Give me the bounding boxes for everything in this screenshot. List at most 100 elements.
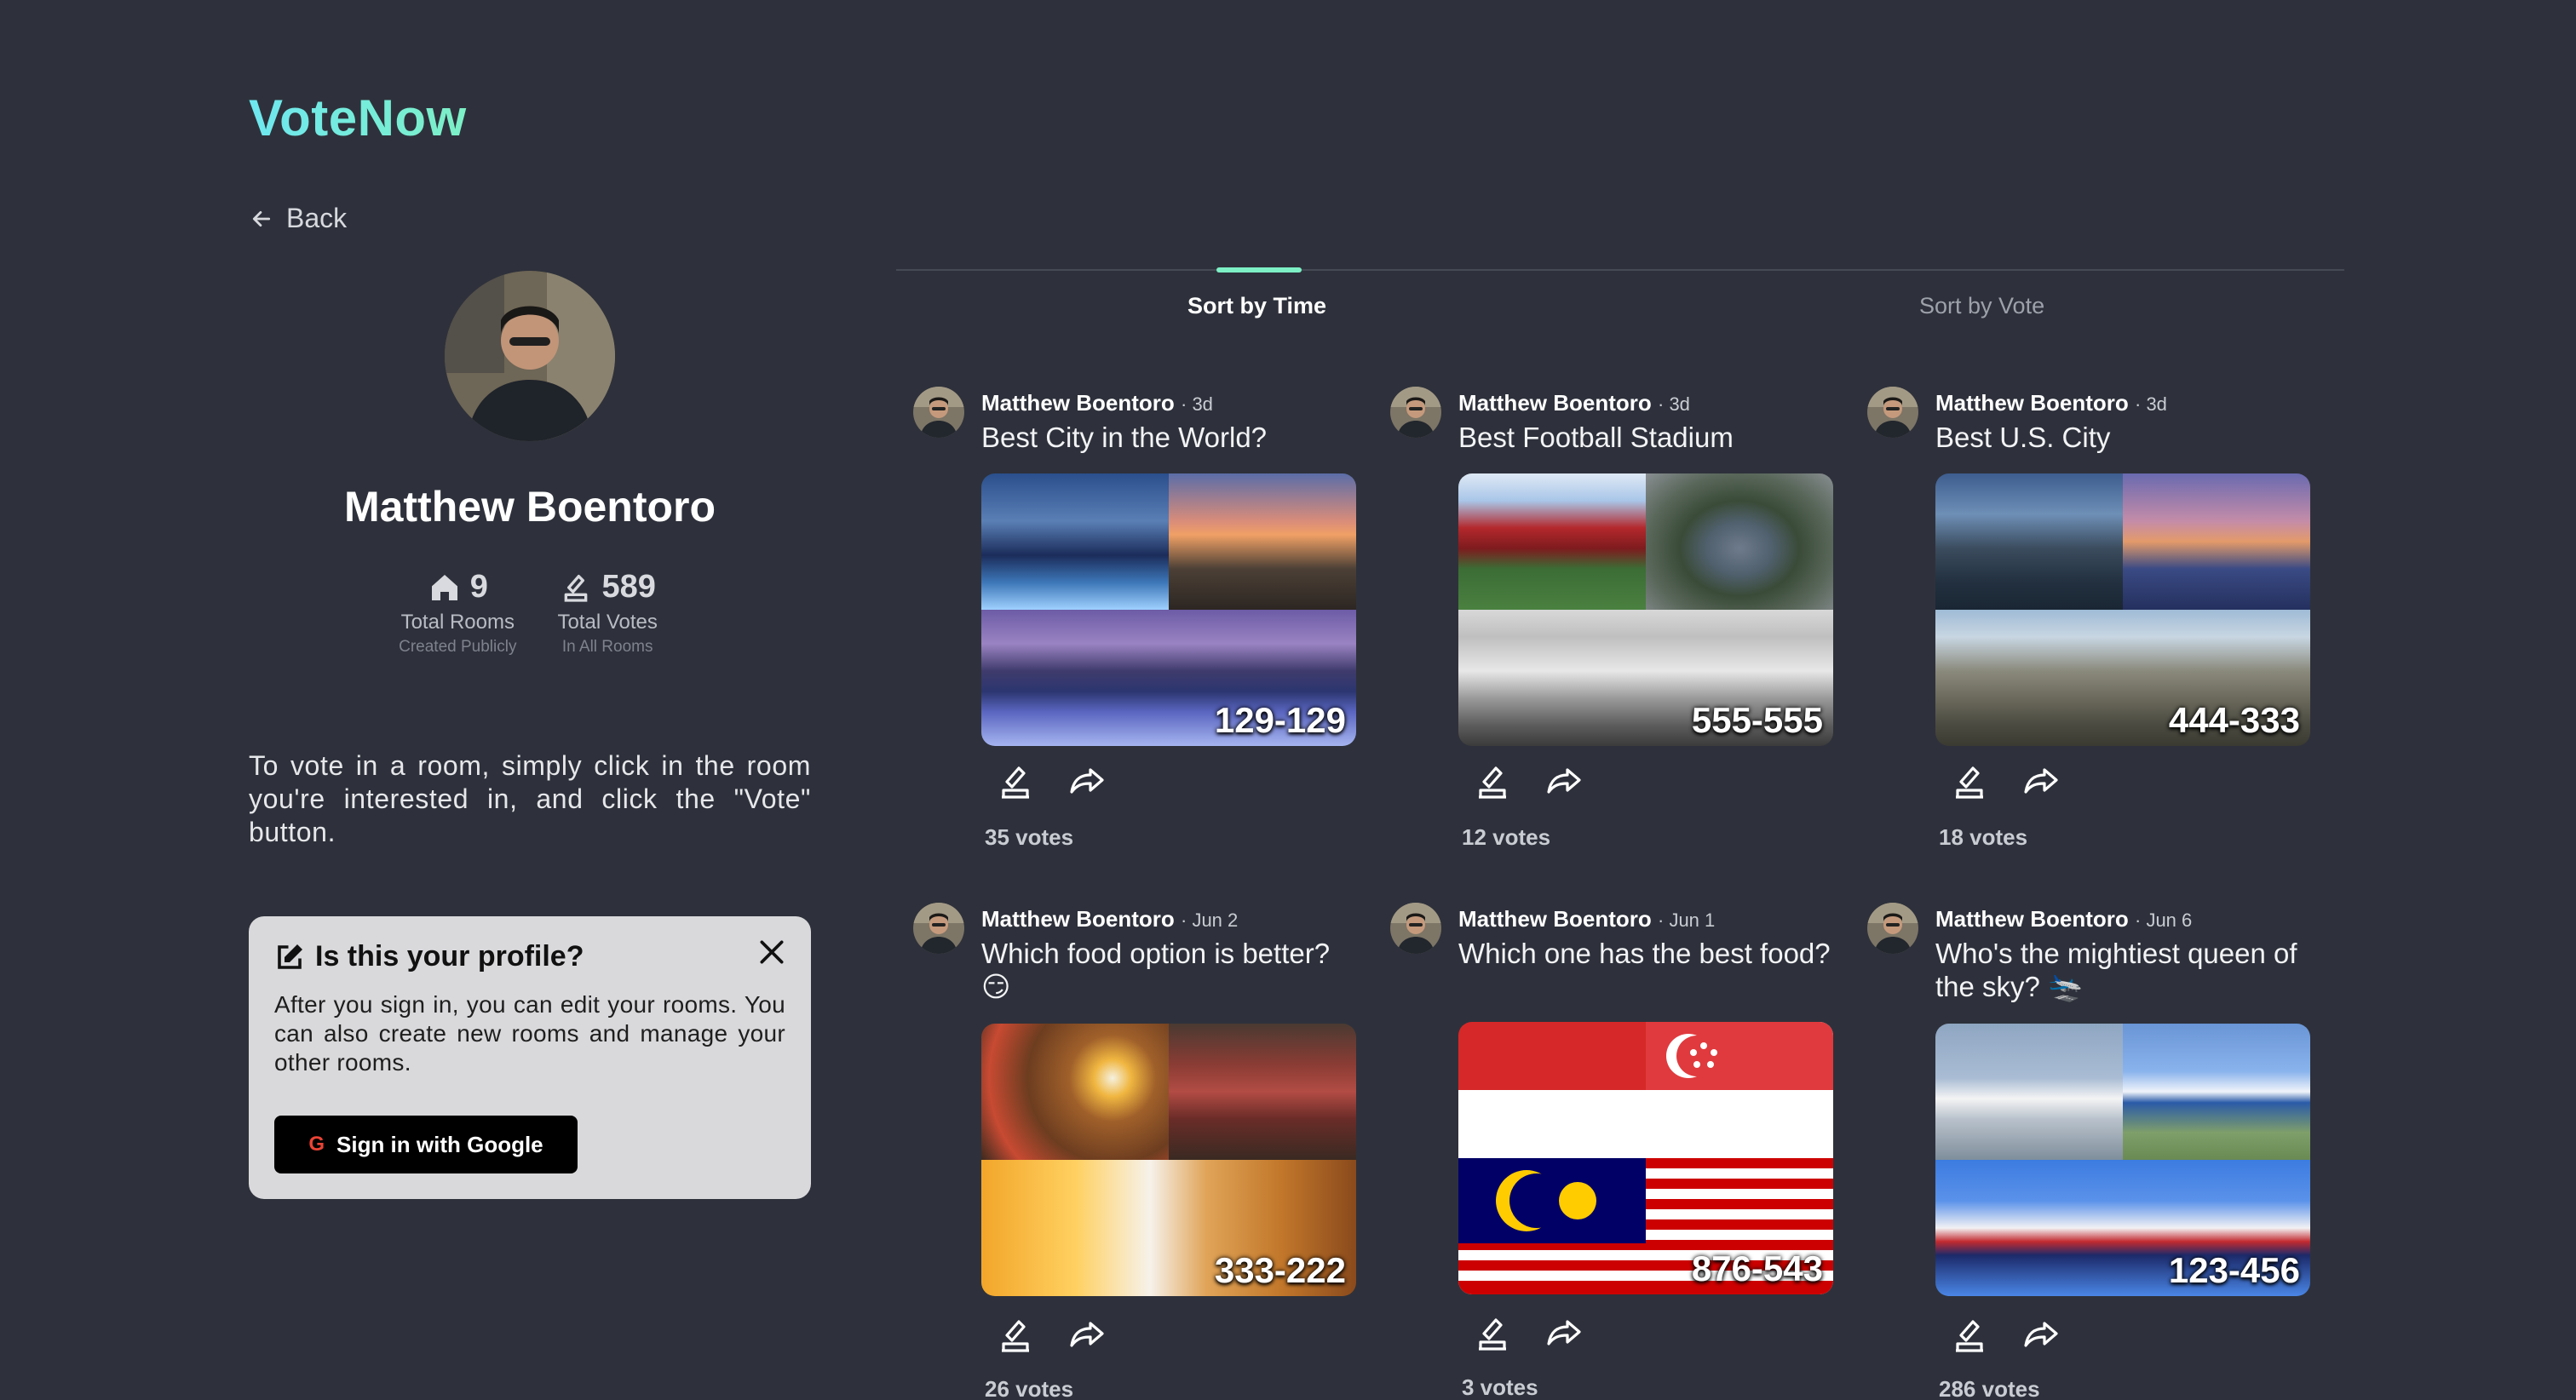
room-code: 333-222 (1214, 1250, 1346, 1290)
room-actions (1472, 761, 1584, 802)
room-vote-count: 286 votes (1939, 1376, 2040, 1400)
room-meta: Matthew Boentoro · Jun 2 (981, 906, 1238, 932)
room-time: · 3d (1658, 393, 1690, 415)
google-icon: G (308, 1133, 325, 1156)
author-avatar (1867, 387, 1918, 438)
room-thumbnail[interactable]: 333-222 (981, 1024, 1356, 1296)
room-time: · Jun 6 (2135, 909, 2193, 931)
share-icon[interactable] (2021, 1315, 2061, 1356)
share-icon[interactable] (1067, 1315, 1107, 1356)
author-avatar (913, 903, 964, 954)
room-card[interactable]: Matthew Boentoro · 3d Best City in the W… (913, 387, 1373, 864)
signin-card-title-text: Is this your profile? (315, 940, 584, 973)
signin-card: Is this your profile? After you sign in,… (249, 916, 811, 1199)
stat-sublabel: Created Publicly (399, 638, 517, 656)
vote-icon[interactable] (1472, 761, 1513, 802)
thumb-787 (2123, 1024, 2310, 1160)
room-code: 123-456 (2168, 1250, 2300, 1290)
share-icon[interactable] (1544, 1313, 1584, 1354)
room-thumbnail[interactable]: 444-333 (1935, 473, 2310, 746)
tab-sort-by-time[interactable]: Sort by Time (1187, 293, 1326, 319)
thumb-nyc (1935, 473, 2123, 610)
vote-icon[interactable] (995, 1315, 1036, 1356)
vote-icon[interactable] (1949, 1315, 1990, 1356)
room-actions (995, 761, 1107, 802)
room-question: Best City in the World? (981, 422, 1268, 453)
thumb-stadium-aerial (1646, 473, 1833, 610)
tab-sort-by-vote[interactable]: Sort by Vote (1919, 293, 2044, 319)
tabs-divider (896, 269, 2344, 271)
room-meta: Matthew Boentoro · 3d (1458, 390, 1690, 416)
room-thumbnail[interactable]: 555-555 (1458, 473, 1833, 746)
room-author: Matthew Boentoro (1935, 390, 2129, 416)
room-card[interactable]: Matthew Boentoro · Jun 1 Which one has t… (1390, 903, 1850, 1400)
vote-icon[interactable] (1949, 761, 1990, 802)
author-avatar (1390, 903, 1441, 954)
back-button[interactable]: Back (250, 203, 347, 234)
ballot-icon (565, 574, 588, 602)
room-time: · Jun 2 (1181, 909, 1239, 931)
room-meta: Matthew Boentoro · Jun 1 (1458, 906, 1715, 932)
room-meta: Matthew Boentoro · Jun 6 (1935, 906, 2192, 932)
room-actions (1949, 1315, 2061, 1356)
room-author: Matthew Boentoro (981, 390, 1175, 416)
thumb-hollywood (1169, 473, 1356, 610)
room-question: Which one has the best food? (1458, 938, 1831, 969)
thumb-flag-indonesia (1458, 1022, 1646, 1158)
thumb-tokyo (981, 473, 1169, 610)
voting-hint: To vote in a room, simply click in the r… (249, 750, 811, 847)
room-thumbnail[interactable]: 123-456 (1935, 1024, 2310, 1296)
room-actions (1949, 761, 2061, 802)
room-card[interactable]: Matthew Boentoro · Jun 2 Which food opti… (913, 903, 1373, 1400)
room-question: Which food option is better? 😏 (981, 938, 1331, 1002)
active-tab-indicator (1216, 267, 1302, 273)
arrow-left-icon (252, 210, 271, 227)
stat-value: 589 (601, 569, 656, 605)
room-thumbnail[interactable]: 129-129 (981, 473, 1356, 746)
back-label: Back (286, 203, 348, 233)
profile-avatar (445, 271, 615, 441)
room-actions (995, 1315, 1107, 1356)
vote-icon[interactable] (1472, 1313, 1513, 1354)
room-time: · Jun 1 (1658, 909, 1716, 931)
room-vote-count: 35 votes (985, 824, 1074, 850)
share-icon[interactable] (1544, 761, 1584, 802)
vote-icon[interactable] (995, 761, 1036, 802)
room-card[interactable]: Matthew Boentoro · 3d Best U.S. City 444… (1867, 387, 2327, 864)
room-vote-count: 12 votes (1462, 824, 1551, 850)
author-avatar (1867, 903, 1918, 954)
app-logo[interactable]: VoteNow (249, 89, 467, 147)
thumb-flag-singapore (1646, 1022, 1833, 1158)
stat-label: Total Votes (557, 611, 658, 634)
house-icon (431, 574, 457, 600)
room-author: Matthew Boentoro (1935, 906, 2129, 932)
room-code: 444-333 (2168, 700, 2300, 740)
profile-name: Matthew Boentoro (343, 483, 716, 531)
profile-stats: 9 Total Rooms Created Publicly 589 Total… (375, 569, 681, 657)
room-time: · 3d (2135, 393, 2167, 415)
stat-label: Total Rooms (400, 611, 515, 634)
room-actions (1472, 1313, 1584, 1354)
google-signin-label: Sign in with Google (336, 1131, 543, 1157)
room-vote-count: 26 votes (985, 1376, 1074, 1400)
google-signin-button[interactable]: G Sign in with Google (274, 1116, 578, 1173)
thumb-steak (1169, 1024, 1356, 1160)
stat-total-votes: 589 Total Votes In All Rooms (557, 569, 657, 657)
room-code: 555-555 (1691, 700, 1823, 740)
signin-card-body: After you sign in, you can edit your roo… (274, 991, 785, 1076)
thumb-golden-gate (2123, 473, 2310, 610)
share-icon[interactable] (2021, 761, 2061, 802)
room-card[interactable]: Matthew Boentoro · 3d Best Football Stad… (1390, 387, 1850, 864)
room-vote-count: 3 votes (1462, 1374, 1538, 1400)
share-icon[interactable] (1067, 761, 1107, 802)
edit-icon (278, 944, 302, 969)
close-icon[interactable] (755, 935, 789, 969)
thumb-stadium-red (1458, 473, 1646, 610)
thumb-fried-rice (981, 1024, 1169, 1160)
room-meta: Matthew Boentoro · 3d (1935, 390, 2167, 416)
room-thumbnail[interactable]: 876-543 (1458, 1022, 1833, 1294)
room-card[interactable]: Matthew Boentoro · Jun 6 Who's the might… (1867, 903, 2327, 1400)
room-author: Matthew Boentoro (1458, 390, 1652, 416)
thumb-a380 (1935, 1024, 2123, 1160)
stat-value: 9 (469, 569, 488, 605)
